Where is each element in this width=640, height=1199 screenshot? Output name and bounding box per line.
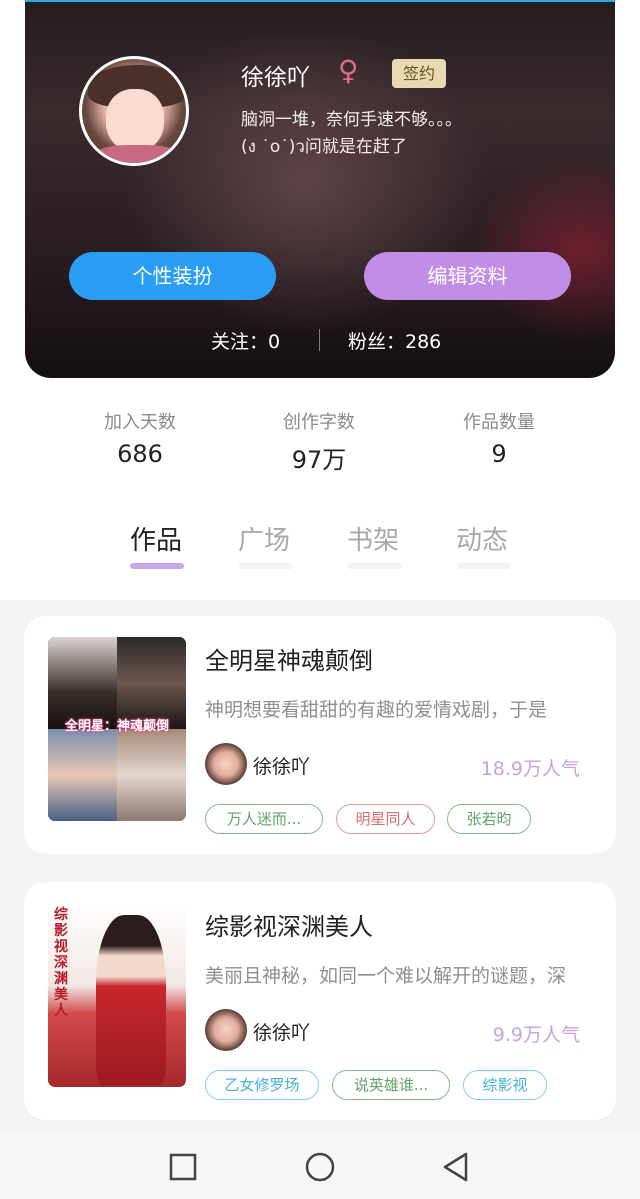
stats-card: 加入天数 686 创作字数 97万 作品数量 9: [51, 378, 589, 499]
work-title[interactable]: 全明星神魂颠倒: [205, 641, 373, 676]
cover-photo: [48, 729, 117, 821]
stat-value: 97万: [291, 446, 347, 474]
following-count[interactable]: 关注：0: [211, 327, 280, 354]
tag[interactable]: 张若昀: [447, 804, 531, 834]
profile-name: 徐徐吖: [241, 65, 310, 91]
stat-label: 作品数量: [463, 412, 535, 433]
work-cover[interactable]: 全明星：神魂颠倒: [48, 637, 186, 821]
stat-label: 创作字数: [283, 412, 355, 433]
bio-line-1: 脑洞一堆，奈何手速不够。。。: [241, 110, 462, 130]
triangle-back-icon[interactable]: [436, 1147, 476, 1187]
tab-indicator: [239, 563, 293, 569]
author-avatar[interactable]: [205, 743, 247, 785]
signed-badge: 签约: [392, 59, 446, 88]
profile-bio: 脑洞一堆，奈何手速不够。。。 (ง ˙o˙)ว问就是在赶了: [241, 107, 541, 161]
cover-title: 综影视深渊美人: [54, 907, 68, 1019]
popularity-count: 9.9万人气: [492, 1024, 580, 1046]
tag[interactable]: 乙女修罗场: [205, 1070, 319, 1100]
tag[interactable]: 万人迷而...: [205, 804, 323, 834]
work-description: 神明想要看甜甜的有趣的爱情戏剧，于是: [205, 699, 548, 721]
avatar[interactable]: [79, 56, 189, 166]
stat-value: 686: [117, 440, 163, 468]
stat-label: 加入天数: [104, 412, 176, 433]
avatar-shirt: [92, 145, 182, 163]
circle-icon[interactable]: [300, 1147, 340, 1187]
tab-square[interactable]: 广场: [238, 520, 290, 557]
fans-count[interactable]: 粉丝：286: [348, 327, 441, 354]
work-cover[interactable]: 综影视深渊美人: [48, 903, 186, 1087]
work-card[interactable]: 综影视深渊美人 综影视深渊美人 美丽且神秘，如同一个难以解开的谜题，深 徐徐吖 …: [24, 882, 616, 1120]
work-card[interactable]: 全明星：神魂颠倒 全明星神魂颠倒 神明想要看甜甜的有趣的爱情戏剧，于是 徐徐吖 …: [24, 616, 616, 854]
stat-works-count: 作品数量 9: [419, 408, 579, 468]
popularity-count: 18.9万人气: [480, 758, 580, 780]
work-title[interactable]: 综影视深渊美人: [205, 907, 373, 942]
tab-works[interactable]: 作品: [130, 520, 182, 557]
author-name[interactable]: 徐徐吖: [253, 752, 310, 779]
divider: [319, 329, 320, 351]
tab-feed[interactable]: 动态: [456, 520, 508, 557]
top-accent-line: [25, 0, 615, 2]
profile-header: [25, 0, 615, 378]
square-icon[interactable]: [163, 1147, 203, 1187]
system-nav-bar: [0, 1131, 640, 1199]
stat-value: 9: [491, 440, 507, 468]
edit-profile-button[interactable]: 编辑资料: [364, 252, 571, 300]
avatar-face: [106, 89, 164, 151]
tab-indicator-active: [130, 563, 184, 569]
cover-photo: [117, 729, 186, 821]
work-description: 美丽且神秘，如同一个难以解开的谜题，深: [205, 965, 567, 987]
stat-word-count: 创作字数 97万: [239, 408, 399, 475]
stat-join-days: 加入天数 686: [60, 408, 220, 468]
author-name[interactable]: 徐徐吖: [253, 1018, 310, 1045]
tag[interactable]: 说英雄谁...: [332, 1070, 450, 1100]
tag[interactable]: 综影视: [463, 1070, 547, 1100]
tab-indicator: [457, 563, 511, 569]
author-avatar[interactable]: [205, 1009, 247, 1051]
female-icon: ♀: [338, 54, 359, 87]
cover-title: 全明星：神魂颠倒: [64, 719, 169, 734]
tab-bookshelf[interactable]: 书架: [347, 520, 399, 557]
tag[interactable]: 明星同人: [336, 804, 435, 834]
cover-figure: [96, 915, 166, 1085]
tab-indicator: [348, 563, 402, 569]
personalize-button[interactable]: 个性装扮: [69, 252, 276, 300]
bio-line-2: (ง ˙o˙)ว问就是在赶了: [241, 137, 407, 157]
